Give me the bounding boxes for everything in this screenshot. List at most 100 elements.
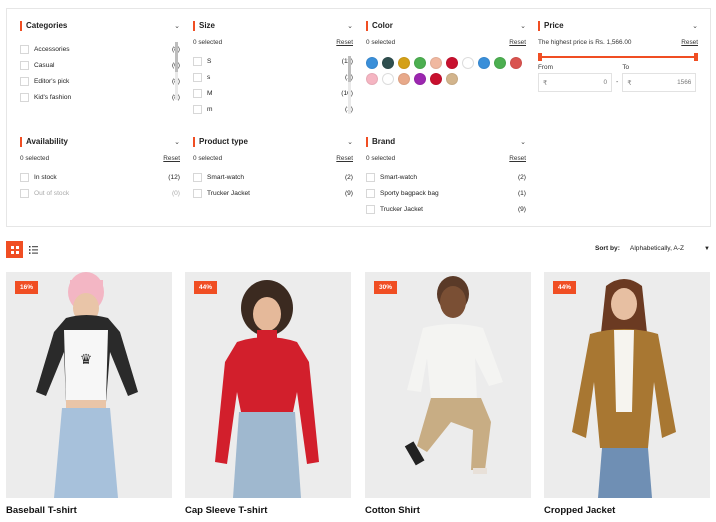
- color-swatch[interactable]: [510, 57, 522, 69]
- checkbox[interactable]: [20, 92, 29, 102]
- checkbox[interactable]: [20, 76, 29, 86]
- filter-option[interactable]: m(1): [193, 101, 353, 117]
- filter-option[interactable]: Trucker Jacket (9): [193, 185, 353, 201]
- currency-symbol: ₹: [543, 79, 548, 87]
- option-label: M: [207, 89, 213, 97]
- filter-option[interactable]: In stock (12): [20, 169, 180, 185]
- checkbox[interactable]: [193, 104, 202, 114]
- filter-brand-header[interactable]: Brand ⌄: [366, 136, 526, 148]
- checkbox[interactable]: [193, 88, 202, 98]
- product-image[interactable]: [544, 272, 710, 498]
- checkbox[interactable]: [20, 172, 29, 182]
- option-label: In stock: [34, 173, 57, 181]
- discount-badge: 16%: [15, 281, 39, 294]
- option-label: Kid's fashion: [34, 93, 72, 101]
- price-from-input[interactable]: ₹0: [538, 73, 612, 92]
- product-image[interactable]: ♛: [6, 272, 172, 498]
- chevron-down-icon[interactable]: ⌄: [520, 138, 526, 146]
- filter-option[interactable]: Sporty bagpack bag (1): [366, 185, 526, 201]
- color-swatch[interactable]: [430, 73, 442, 85]
- filter-categories-header[interactable]: Categories ⌄: [20, 20, 180, 32]
- chevron-down-icon[interactable]: ⌄: [347, 22, 353, 30]
- option-label: Out of stock: [34, 189, 70, 197]
- filter-price-header[interactable]: Price ⌄: [538, 20, 698, 32]
- product-card[interactable]: 30%: [365, 272, 531, 498]
- color-swatch[interactable]: [478, 57, 490, 69]
- color-swatch[interactable]: [382, 73, 394, 85]
- range-max-handle[interactable]: [694, 53, 698, 61]
- filter-option[interactable]: Casual(6): [20, 57, 180, 73]
- checkbox[interactable]: [193, 56, 202, 66]
- reset-link[interactable]: Reset: [163, 155, 180, 162]
- filter-option[interactable]: Smart-watch (2): [193, 169, 353, 185]
- filter-option[interactable]: M(10): [193, 85, 353, 101]
- color-swatch[interactable]: [462, 57, 474, 69]
- product-card[interactable]: 44%: [185, 272, 351, 498]
- product-card[interactable]: 44%: [544, 272, 710, 498]
- color-swatch[interactable]: [382, 57, 394, 69]
- chevron-down-icon[interactable]: ⌄: [692, 22, 698, 30]
- price-range-slider[interactable]: [538, 53, 698, 61]
- checkbox[interactable]: [20, 60, 29, 70]
- checkbox[interactable]: [366, 204, 375, 214]
- product-image[interactable]: [185, 272, 351, 498]
- checkbox[interactable]: [366, 172, 375, 182]
- color-swatch[interactable]: [366, 73, 378, 85]
- color-swatch[interactable]: [446, 73, 458, 85]
- list-view-button[interactable]: [25, 241, 42, 258]
- filter-availability-header[interactable]: Availability ⌄: [20, 136, 180, 148]
- option-label: Casual: [34, 61, 55, 69]
- checkbox[interactable]: [20, 188, 29, 198]
- grid-view-button[interactable]: [6, 241, 23, 258]
- filter-option[interactable]: Editor's pick(8): [20, 73, 180, 89]
- scrollbar[interactable]: [175, 42, 178, 100]
- reset-link[interactable]: Reset: [509, 155, 526, 162]
- filter-option[interactable]: Out of stock (0): [20, 185, 180, 201]
- checkbox[interactable]: [193, 188, 202, 198]
- product-image[interactable]: [365, 272, 531, 498]
- reset-link[interactable]: Reset: [681, 39, 698, 46]
- product-name[interactable]: Cotton Shirt: [365, 505, 420, 516]
- filter-option[interactable]: s(1): [193, 69, 353, 85]
- range-min-handle[interactable]: [538, 53, 542, 61]
- filter-option[interactable]: Smart-watch (2): [366, 169, 526, 185]
- reset-link[interactable]: Reset: [336, 39, 353, 46]
- color-swatch[interactable]: [446, 57, 458, 69]
- filter-product-type: Product type ⌄ 0 selected Reset Smart-wat…: [193, 136, 353, 201]
- checkbox[interactable]: [193, 172, 202, 182]
- chevron-down-icon[interactable]: ⌄: [347, 138, 353, 146]
- filter-option[interactable]: Kid's fashion(8): [20, 89, 180, 105]
- filter-option[interactable]: S(11): [193, 53, 353, 69]
- scrollbar[interactable]: [348, 56, 351, 114]
- price-note: The highest price is Rs. 1,566.00: [538, 39, 632, 46]
- option-label: Accessories: [34, 45, 70, 53]
- reset-link[interactable]: Reset: [336, 155, 353, 162]
- checkbox[interactable]: [366, 188, 375, 198]
- color-swatch[interactable]: [398, 73, 410, 85]
- product-name[interactable]: Cropped Jacket: [544, 505, 615, 516]
- product-name[interactable]: Cap Sleeve T-shirt: [185, 505, 267, 516]
- color-swatch[interactable]: [414, 57, 426, 69]
- checkbox[interactable]: [20, 44, 29, 54]
- price-to-input[interactable]: ₹1566: [622, 73, 697, 92]
- color-swatch[interactable]: [366, 57, 378, 69]
- color-swatch[interactable]: [398, 57, 410, 69]
- filter-size-header[interactable]: Size ⌄: [193, 20, 353, 32]
- filter-color-header[interactable]: Color ⌄: [366, 20, 526, 32]
- option-label: Smart-watch: [207, 173, 245, 181]
- color-swatch[interactable]: [430, 57, 442, 69]
- sort-dropdown[interactable]: Sort by: Alphabetically, A-Z ▼: [595, 245, 710, 252]
- reset-link[interactable]: Reset: [509, 39, 526, 46]
- product-card[interactable]: ♛ 16%: [6, 272, 172, 498]
- color-swatch[interactable]: [494, 57, 506, 69]
- chevron-down-icon[interactable]: ⌄: [520, 22, 526, 30]
- filter-option[interactable]: Trucker Jacket (9): [366, 201, 526, 217]
- filter-option[interactable]: Accessories(8): [20, 41, 180, 57]
- checkbox[interactable]: [193, 72, 202, 82]
- color-swatch[interactable]: [414, 73, 426, 85]
- filter-product-type-header[interactable]: Product type ⌄: [193, 136, 353, 148]
- product-name[interactable]: Baseball T-shirt: [6, 505, 77, 516]
- chevron-down-icon[interactable]: ⌄: [174, 138, 180, 146]
- caret-down-icon: ▼: [704, 245, 710, 252]
- chevron-down-icon[interactable]: ⌄: [174, 22, 180, 30]
